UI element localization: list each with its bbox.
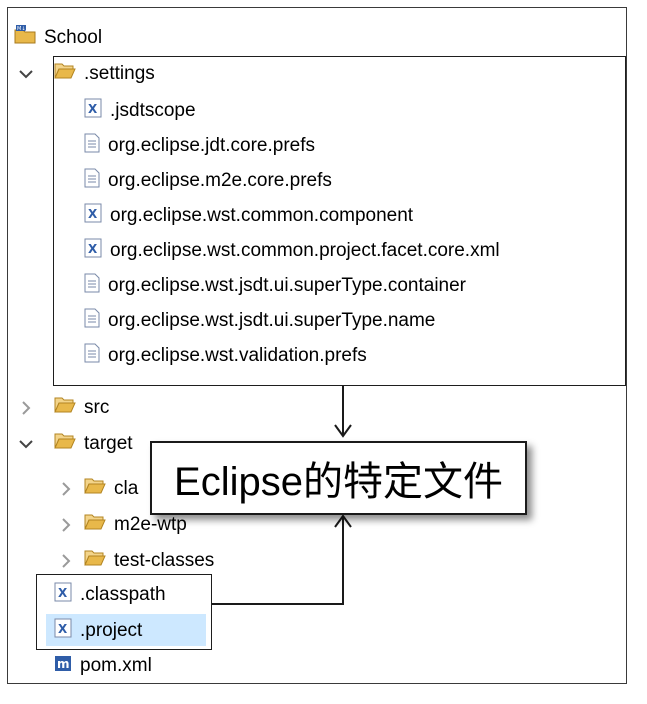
annotation-text: Eclipse的特定文件	[174, 460, 503, 504]
tree-item-src[interactable]: src	[54, 391, 109, 425]
tree-item-label: .classpath	[80, 584, 166, 605]
tree-item-project[interactable]: X .project	[54, 614, 142, 648]
open-folder-icon	[84, 549, 106, 573]
chevron-right-icon[interactable]	[18, 400, 34, 416]
chevron-down-icon[interactable]	[18, 436, 34, 452]
open-folder-icon	[54, 432, 76, 456]
xml-file-icon: X	[54, 582, 72, 608]
svg-text:X: X	[58, 586, 68, 600]
annotation-callout: Eclipse的特定文件	[150, 441, 527, 515]
chevron-down-icon[interactable]	[18, 66, 34, 82]
maven-project-icon: M↓J	[14, 25, 36, 51]
chevron-right-icon[interactable]	[58, 517, 74, 533]
tree-item-label: pom.xml	[80, 655, 152, 676]
chevron-right-icon[interactable]	[58, 553, 74, 569]
tree-item-label: School	[44, 27, 103, 48]
tree-item-label: .project	[80, 620, 143, 641]
svg-text:m: m	[57, 657, 70, 671]
open-folder-icon	[84, 513, 106, 537]
tree-item-pom[interactable]: m pom.xml	[54, 649, 152, 683]
tree-item-target-child[interactable]: cla	[84, 472, 138, 506]
tree-item-label: m2e-wtp	[114, 514, 187, 535]
tree-item-school[interactable]: M↓J School	[14, 21, 102, 55]
tree-item-target-child[interactable]: test-classes	[84, 544, 214, 578]
connector-line	[342, 517, 344, 605]
connector-line	[212, 603, 344, 605]
tree-item-label: target	[84, 433, 133, 454]
chevron-right-icon[interactable]	[58, 481, 74, 497]
maven-pom-icon: m	[54, 653, 72, 679]
settings-highlight-box	[53, 56, 626, 386]
open-folder-icon	[54, 396, 76, 420]
svg-text:M↓J: M↓J	[17, 26, 27, 32]
tree-item-target[interactable]: target	[54, 427, 133, 461]
tree-item-label: test-classes	[114, 550, 215, 571]
xml-file-icon: X	[54, 618, 72, 644]
arrow-head-down-icon	[334, 424, 352, 438]
svg-text:X: X	[58, 622, 68, 636]
tree-item-label: src	[84, 397, 110, 418]
tree-item-label: cla	[114, 478, 139, 499]
open-folder-icon	[84, 477, 106, 501]
arrow-head-up-icon	[334, 514, 352, 528]
tree-item-classpath[interactable]: X .classpath	[54, 578, 166, 612]
